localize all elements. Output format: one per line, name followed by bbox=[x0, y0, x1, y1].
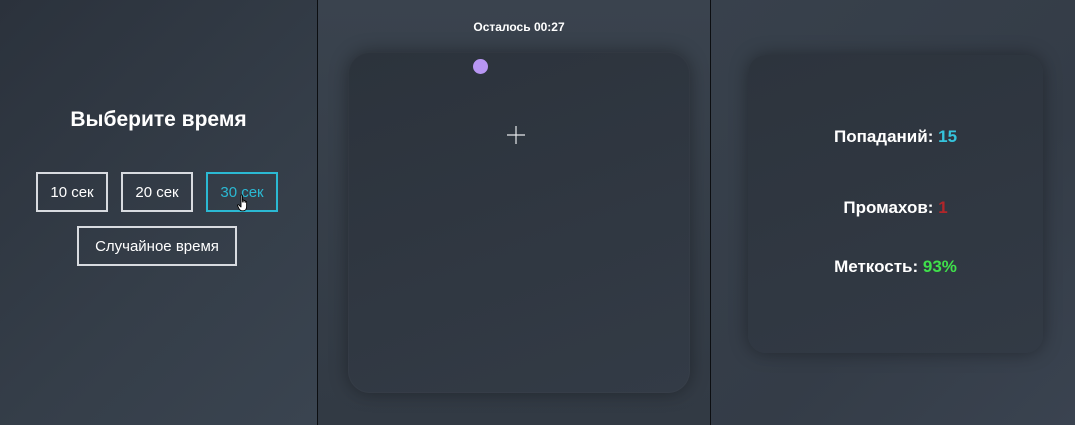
hits-value: 15 bbox=[938, 127, 958, 146]
game-panel: Осталось 00:27 bbox=[318, 0, 710, 425]
accuracy-stat: Меткость: 93% bbox=[748, 257, 1043, 277]
time-select-title: Выберите время bbox=[70, 108, 247, 131]
accuracy-value: 93% bbox=[922, 257, 957, 276]
accuracy-label: Меткость: bbox=[834, 257, 919, 276]
stats-card: Попаданий: 15 Промахов: 1 Меткость: 93% bbox=[748, 55, 1043, 353]
crosshair-icon bbox=[507, 126, 525, 144]
timer-label: Осталось 00:27 bbox=[473, 20, 565, 34]
time-select-panel: Выберите время 10 сек 20 сек 30 сек Случ… bbox=[0, 0, 317, 425]
misses-value: 1 bbox=[938, 198, 948, 217]
misses-label: Промахов: bbox=[843, 198, 934, 217]
target-circle[interactable] bbox=[473, 59, 488, 74]
time-10-button[interactable]: 10 сек bbox=[36, 172, 108, 212]
hits-stat: Попаданий: 15 bbox=[748, 127, 1043, 147]
game-board[interactable] bbox=[348, 52, 690, 393]
stats-panel: Попаданий: 15 Промахов: 1 Меткость: 93% bbox=[711, 0, 1075, 425]
random-time-button[interactable]: Случайное время bbox=[77, 226, 237, 266]
hand-cursor-icon bbox=[237, 194, 248, 212]
hits-label: Попаданий: bbox=[833, 127, 934, 146]
time-20-button[interactable]: 20 сек bbox=[121, 172, 193, 212]
misses-stat: Промахов: 1 bbox=[748, 198, 1043, 218]
